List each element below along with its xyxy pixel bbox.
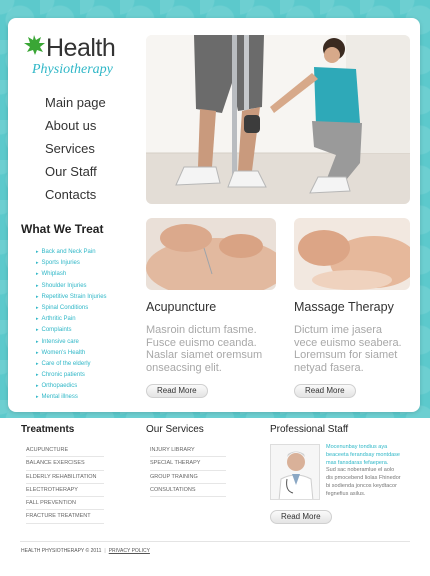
treat-item[interactable]: Complaints bbox=[36, 325, 107, 336]
what-we-treat-heading: What We Treat bbox=[21, 222, 104, 236]
hero-image bbox=[146, 35, 410, 204]
massage-therapy-read-more-button[interactable]: Read More bbox=[294, 384, 356, 398]
treat-item[interactable]: Mental illness bbox=[36, 392, 107, 403]
footer-copyright: HEALTH PHYSIOTHERAPY © 2011 bbox=[21, 548, 102, 554]
privacy-policy-link[interactable]: PRIVACY POLICY bbox=[109, 548, 150, 554]
treatment-link[interactable]: ACUPUNCTURE bbox=[26, 444, 104, 458]
massage-therapy-image bbox=[294, 218, 410, 290]
logo-text-health: Health bbox=[46, 34, 116, 62]
treatment-link[interactable]: ELDERLY REHABILITATION bbox=[26, 471, 104, 484]
treat-item[interactable]: Back and Neck Pain bbox=[36, 247, 107, 258]
nav-contacts[interactable]: Contacts bbox=[45, 185, 106, 208]
treatments-list: ACUPUNCTURE BALANCE EXERCISES ELDERLY RE… bbox=[26, 444, 104, 524]
treat-item[interactable]: Chronic patients bbox=[36, 370, 107, 381]
staff-read-more-button[interactable]: Read More bbox=[270, 510, 332, 524]
acupuncture-title: Acupuncture bbox=[146, 300, 217, 314]
treatment-link[interactable]: FALL PREVENTION bbox=[26, 497, 104, 511]
massage-therapy-title: Massage Therapy bbox=[294, 300, 394, 314]
footer: HEALTH PHYSIOTHERAPY © 2011 | PRIVACY POLI… bbox=[21, 548, 150, 554]
acupuncture-read-more-button[interactable]: Read More bbox=[146, 384, 208, 398]
treat-item[interactable]: Orthopaedics bbox=[36, 381, 107, 392]
massage-therapy-description: Dictum ime jasera vece euismo seabera. L… bbox=[294, 324, 402, 374]
nav-main-page[interactable]: Main page bbox=[45, 93, 106, 116]
footer-divider bbox=[20, 541, 410, 542]
nav-services[interactable]: Services bbox=[45, 139, 106, 162]
footer-separator: | bbox=[104, 548, 106, 554]
treat-item[interactable]: Sports Injuries bbox=[36, 258, 107, 269]
treat-item[interactable]: Whiplash bbox=[36, 269, 107, 280]
our-services-heading: Our Services bbox=[146, 424, 204, 435]
service-link[interactable]: INJURY LIBRARY bbox=[150, 444, 226, 458]
treat-item[interactable]: Shoulder Injuries bbox=[36, 281, 107, 292]
acupuncture-image bbox=[146, 218, 276, 290]
services-list: INJURY LIBRARY SPECIAL THERAPY GROUP TRA… bbox=[150, 444, 226, 498]
treat-item[interactable]: Intensive care bbox=[36, 337, 107, 348]
service-link[interactable]: SPECIAL THERAPY bbox=[150, 457, 226, 471]
treatment-link[interactable]: FRACTURE TREATMENT bbox=[26, 510, 104, 524]
nav-about-us[interactable]: About us bbox=[45, 116, 106, 139]
professional-staff-heading: Professional Staff bbox=[270, 424, 349, 435]
main-navigation: Main page About us Services Our Staff Co… bbox=[45, 93, 106, 208]
treat-item[interactable]: Women's Health bbox=[36, 348, 107, 359]
site-logo[interactable]: Health Physiotherapy bbox=[22, 32, 142, 82]
logo-text-physiotherapy: Physiotherapy bbox=[32, 62, 113, 77]
treatment-link[interactable]: BALANCE EXERCISES bbox=[26, 457, 104, 471]
service-link[interactable]: CONSULTATIONS bbox=[150, 484, 226, 498]
staff-description: Mocenunbay tondius aya beaceeta ferandsa… bbox=[326, 444, 401, 497]
treatments-heading: Treatments bbox=[21, 424, 75, 435]
what-we-treat-list: Back and Neck Pain Sports Injuries Whipl… bbox=[36, 247, 107, 404]
treatment-link[interactable]: ELECTROTHERAPY bbox=[26, 484, 104, 498]
acupuncture-description: Masroin dictum fasme. Fusce euismo ceand… bbox=[146, 324, 263, 374]
treat-item[interactable]: Repetitive Strain Injuries bbox=[36, 292, 107, 303]
service-link[interactable]: GROUP TRAINING bbox=[150, 471, 226, 484]
nav-our-staff[interactable]: Our Staff bbox=[45, 162, 106, 185]
staff-photo bbox=[270, 444, 320, 500]
leaf-icon bbox=[24, 35, 45, 55]
treat-item[interactable]: Arthritic Pain bbox=[36, 314, 107, 325]
treat-item[interactable]: Spinal Conditions bbox=[36, 303, 107, 314]
treat-item[interactable]: Care of the elderly bbox=[36, 359, 107, 370]
